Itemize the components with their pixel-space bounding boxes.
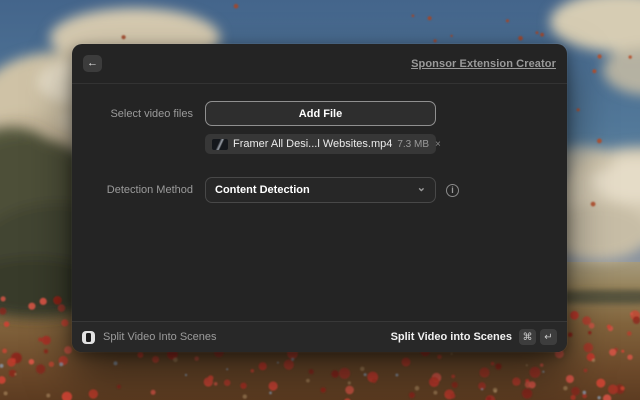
video-thumbnail-icon <box>212 139 228 150</box>
back-button[interactable]: ← <box>83 55 102 72</box>
back-arrow-icon: ← <box>87 58 98 69</box>
form-content: Select video files Add File Framer All D… <box>72 84 567 203</box>
file-size: 7.3 MB <box>397 139 429 150</box>
action-bar: Split Video Into Scenes Split Video into… <box>72 321 567 352</box>
add-file-button-label: Add File <box>299 108 342 120</box>
file-chip[interactable]: Framer All Desi...l Websites.mp4 7.3 MB … <box>205 134 436 154</box>
selected-file-area: Framer All Desi...l Websites.mp4 7.3 MB … <box>205 134 436 155</box>
file-select-row: Select video files Add File Framer All D… <box>72 101 567 155</box>
sponsor-extension-creator-link[interactable]: Sponsor Extension Creator <box>411 58 556 70</box>
info-icon[interactable]: i <box>446 184 459 197</box>
file-select-label: Select video files <box>72 108 193 120</box>
file-name: Framer All Desi...l Websites.mp4 <box>233 138 392 150</box>
detection-method-control: Content Detection ⌄ <box>205 177 436 203</box>
detection-method-row: Detection Method Content Detection ⌄ i <box>72 177 567 203</box>
window-header: ← Sponsor Extension Creator <box>72 44 567 84</box>
return-key-icon: ↵ <box>540 329 557 345</box>
detection-method-value: Content Detection <box>215 184 310 196</box>
primary-action-label[interactable]: Split Video into Scenes <box>391 331 512 343</box>
command-key-icon: ⌘ <box>519 329 536 345</box>
file-select-control: Add File Framer All Desi...l Websites.mp… <box>205 101 436 155</box>
remove-file-icon[interactable]: × <box>435 139 441 150</box>
shortcut-keys: ⌘ ↵ <box>519 329 557 345</box>
detection-method-dropdown[interactable]: Content Detection ⌄ <box>205 177 436 203</box>
extension-icon <box>82 331 95 344</box>
extension-window: ← Sponsor Extension Creator Select video… <box>72 44 567 352</box>
detection-method-label: Detection Method <box>72 184 193 196</box>
command-title: Split Video Into Scenes <box>103 331 217 343</box>
add-file-button[interactable]: Add File <box>205 101 436 126</box>
